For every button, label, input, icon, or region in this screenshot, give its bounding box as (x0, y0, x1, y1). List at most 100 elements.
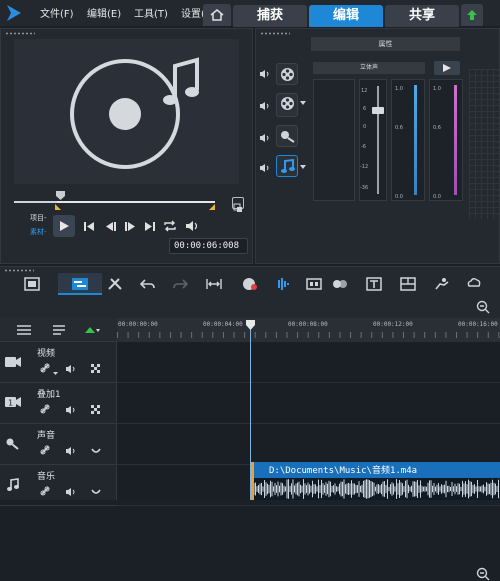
voice-track-button[interactable] (276, 125, 298, 147)
meter-scale-label: 1.0 (433, 86, 441, 92)
audio-ducking-icon[interactable] (91, 489, 101, 495)
speaker-icon[interactable] (259, 69, 271, 79)
tab-capture[interactable]: 捕获 (233, 5, 307, 27)
menu-tools[interactable]: 工具(T) (134, 5, 168, 20)
menu-edit[interactable]: 编辑(E) (87, 5, 121, 20)
home-button[interactable] (203, 4, 231, 26)
storyboard-view-icon[interactable] (24, 277, 40, 291)
home-icon (210, 9, 224, 21)
surround-panel (313, 79, 355, 201)
source-clip-label[interactable]: 素材- (30, 227, 47, 237)
svg-text:1: 1 (8, 399, 13, 408)
fader-scale-label: 0 (363, 124, 367, 130)
chevron-down-icon[interactable] (300, 101, 306, 105)
track-header-video: 视频 (0, 342, 117, 383)
repeat-icon[interactable] (163, 220, 177, 232)
speaker-icon[interactable] (259, 133, 271, 143)
speaker-icon[interactable] (259, 101, 271, 111)
volume-icon[interactable] (185, 220, 199, 232)
stereo-mode-selector[interactable]: 立体声 (313, 62, 425, 74)
checkerboard-icon[interactable] (91, 405, 101, 415)
play-button[interactable] (53, 215, 75, 237)
insert-track-icon[interactable] (52, 324, 66, 336)
app-logo-icon (7, 5, 21, 21)
music-track-button[interactable] (276, 155, 298, 177)
source-project-label[interactable]: 项目- (30, 213, 47, 223)
panel-grip[interactable] (4, 269, 34, 272)
film-reel-icon (281, 97, 294, 110)
previous-frame-icon[interactable] (106, 222, 116, 231)
tab-share[interactable]: 共享 (385, 5, 459, 27)
speaker-icon[interactable] (259, 163, 271, 173)
track-lane-video[interactable] (117, 342, 500, 383)
go-to-start-icon[interactable] (84, 222, 94, 231)
audio-clip[interactable]: D:\Documents\Music\音频1.m4a (251, 462, 500, 500)
link-icon[interactable] (40, 486, 50, 496)
panel-grip[interactable] (260, 32, 290, 35)
tools-icon[interactable] (107, 277, 123, 291)
motion-tracking-icon[interactable] (332, 277, 348, 291)
link-icon[interactable] (40, 404, 50, 414)
record-capture-icon[interactable] (242, 277, 258, 291)
menu-file[interactable]: 文件(F) (40, 5, 74, 20)
microphone-icon (281, 131, 295, 143)
timeline-view-button[interactable] (58, 273, 102, 295)
mark-in-handle[interactable] (55, 204, 61, 210)
ruler-ticks (117, 332, 500, 338)
video-track-button[interactable] (276, 63, 298, 85)
scrubber-handle[interactable] (56, 191, 65, 200)
mixer-play-button[interactable] (434, 61, 460, 75)
zoom-out-icon[interactable] (476, 567, 490, 581)
link-icon[interactable] (40, 445, 50, 455)
ruler-timecode: 00:00:16:00 (458, 321, 498, 328)
track-manager-bar (0, 318, 117, 342)
audio-meter-left: 1.0 0.6 0.0 (391, 79, 425, 201)
ruler-timecode: 00:00:12:00 (373, 321, 413, 328)
track-lane-overlay[interactable] (117, 383, 500, 424)
checkerboard-icon[interactable] (91, 364, 101, 374)
speaker-icon[interactable] (65, 364, 77, 374)
link-icon[interactable] (40, 363, 50, 373)
ruler-timecode: 00:00:00:00 (118, 321, 158, 328)
multi-camera-icon[interactable] (306, 277, 322, 291)
audio-meter-right: 1.0 0.6 0.0 (429, 79, 463, 201)
film-reel-icon (281, 68, 294, 81)
timeline-ruler[interactable]: 00:00:00:00 00:00:04:00 00:00:08:00 00:0… (117, 318, 500, 342)
next-frame-icon[interactable] (125, 222, 135, 231)
speaker-icon[interactable] (65, 487, 77, 497)
motion-path-icon[interactable] (434, 277, 450, 291)
panel-grip[interactable] (5, 32, 35, 35)
chevron-down-icon[interactable] (53, 372, 58, 375)
chevron-down-icon[interactable] (300, 165, 306, 169)
track-manager-icon[interactable] (16, 324, 32, 336)
upload-button[interactable] (461, 4, 483, 26)
audio-ducking-icon[interactable] (91, 448, 101, 454)
video-track-icon (5, 357, 21, 367)
title-editor-icon[interactable] (366, 277, 382, 291)
fader-track[interactable] (377, 86, 379, 194)
playhead[interactable] (250, 320, 251, 500)
track-header-overlay: 1 叠加1 (0, 383, 117, 424)
timeline-view-icon (72, 278, 88, 290)
scrubber-track[interactable] (57, 201, 215, 203)
cloud-sync-icon[interactable] (466, 277, 482, 291)
meter-scale-label: 1.0 (395, 86, 403, 92)
fit-project-icon[interactable] (206, 277, 222, 291)
mark-out-handle[interactable] (209, 204, 215, 210)
tab-edit[interactable]: 编辑 (309, 5, 383, 27)
menu-settings[interactable]: 设置( (181, 5, 205, 20)
enlarge-preview-button[interactable] (232, 197, 244, 212)
speaker-icon[interactable] (65, 405, 77, 415)
overlay-track-button[interactable] (276, 93, 298, 117)
split-screen-icon[interactable] (400, 277, 416, 291)
audio-mixer-icon[interactable] (274, 277, 290, 291)
fader-handle[interactable] (372, 107, 384, 114)
timecode-field[interactable]: 00:00:06:008 (169, 238, 248, 254)
track-lane-voice[interactable] (117, 424, 500, 465)
zoom-out-icon[interactable] (476, 300, 490, 314)
redo-icon[interactable] (172, 277, 188, 291)
speaker-icon[interactable] (65, 446, 77, 456)
undo-icon[interactable] (140, 277, 156, 291)
ripple-edit-icon[interactable] (84, 325, 100, 335)
go-to-end-icon[interactable] (145, 222, 155, 231)
